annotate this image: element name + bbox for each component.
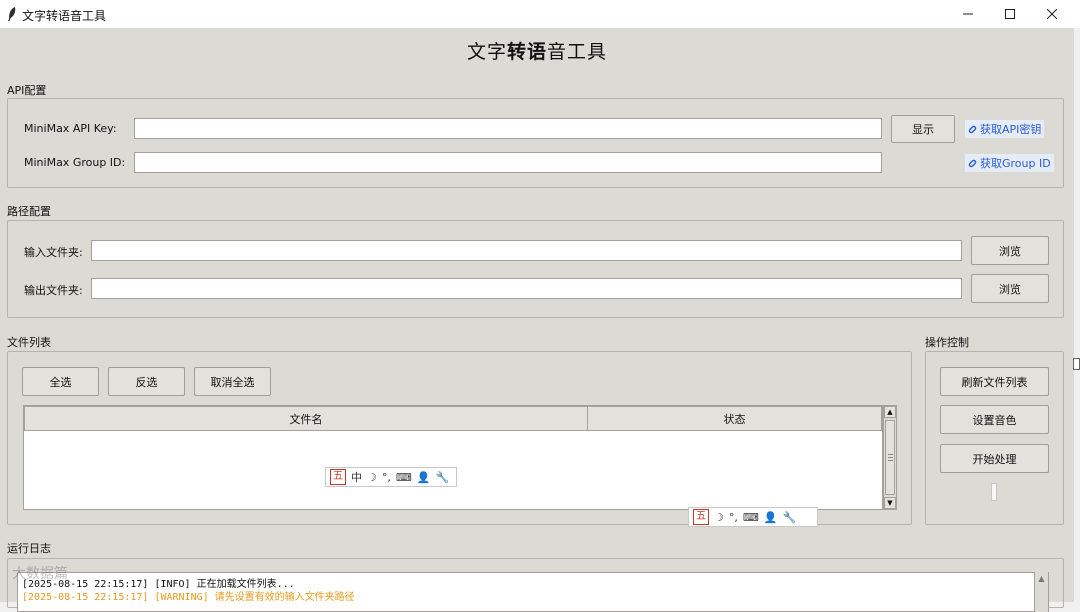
scroll-down-arrow[interactable]: ▼	[884, 497, 896, 509]
browse-output-button[interactable]: 浏览	[971, 274, 1049, 303]
refresh-file-list-button[interactable]: 刷新文件列表	[940, 367, 1049, 396]
close-button[interactable]	[1030, 0, 1074, 28]
minimize-button[interactable]	[946, 0, 990, 28]
title-bar	[0, 0, 1080, 28]
scroll-up-arrow[interactable]: ▲	[884, 406, 896, 418]
path-config-label: 路径配置	[7, 205, 51, 218]
invert-selection-button[interactable]: 反选	[108, 367, 185, 396]
page-title: 文字转语音工具	[466, 41, 608, 63]
file-table[interactable]: 文件名 状态	[23, 405, 883, 510]
ime-mode-chinese[interactable]: 中	[351, 469, 362, 485]
maximize-icon	[1005, 9, 1015, 19]
maximize-button[interactable]	[988, 0, 1032, 28]
grip-line	[888, 460, 893, 461]
set-voice-button[interactable]: 设置音色	[940, 405, 1049, 434]
column-header-filename[interactable]: 文件名	[24, 406, 588, 431]
log-line: [2025-08-15 22:15:17] [WARNING] 请先设置有效的输…	[22, 592, 355, 603]
group-id-input[interactable]	[134, 152, 882, 173]
input-folder-label: 输入文件夹:	[24, 246, 83, 259]
file-table-scrollbar[interactable]: ▲ ▼	[883, 405, 897, 510]
window-title: 文字转语音工具	[22, 9, 107, 23]
input-folder-input[interactable]	[91, 240, 962, 261]
wrench-icon[interactable]: 🔧	[435, 471, 449, 484]
link-icon	[968, 159, 977, 167]
api-config-frame	[7, 98, 1064, 188]
deselect-all-button[interactable]: 取消全选	[194, 367, 271, 396]
log-label: 运行日志	[7, 542, 51, 555]
api-key-label: MiniMax API Key:	[24, 122, 117, 135]
start-processing-button[interactable]: 开始处理	[940, 444, 1049, 473]
wrench-icon[interactable]: 🔧	[782, 511, 796, 524]
moon-icon[interactable]: ☽	[367, 471, 377, 484]
output-folder-input[interactable]	[91, 278, 962, 299]
keyboard-icon[interactable]: ⌨	[396, 471, 412, 484]
get-api-key-label: 获取API密钥	[980, 123, 1042, 136]
progress-bar	[991, 483, 997, 501]
file-list-label: 文件列表	[7, 336, 51, 349]
log-textarea[interactable]: [2025-08-15 22:15:17] [INFO] 正在加载文件列表...…	[17, 572, 1049, 612]
controls-label: 操作控制	[925, 336, 969, 349]
user-icon[interactable]: 👤	[417, 471, 431, 484]
get-group-id-label: 获取Group ID	[980, 157, 1051, 170]
log-scrollbar[interactable]: ▲	[1034, 572, 1048, 612]
minimize-icon	[963, 13, 973, 15]
column-header-status[interactable]: 状态	[587, 406, 882, 431]
watermark: 大数据篇	[12, 566, 68, 582]
user-icon[interactable]: 👤	[764, 511, 778, 524]
feather-app-icon	[8, 7, 16, 21]
get-group-id-link[interactable]: 获取Group ID	[965, 154, 1054, 172]
scroll-up-arrow[interactable]: ▲	[1035, 574, 1048, 583]
resize-handle[interactable]	[1073, 358, 1080, 370]
select-all-button[interactable]: 全选	[22, 367, 99, 396]
moon-icon[interactable]: ☽	[714, 511, 724, 524]
grip-line	[888, 457, 893, 458]
ime-wubi-icon[interactable]: 五	[330, 469, 346, 485]
ime-wubi-icon[interactable]: 五	[693, 509, 709, 525]
punctuation-icon[interactable]: °,	[382, 471, 391, 484]
api-config-label: API配置	[7, 84, 47, 97]
group-id-label: MiniMax Group ID:	[24, 156, 126, 169]
ime-toolbar-secondary[interactable]: 五 ☽ °, ⌨ 👤 🔧	[688, 507, 818, 527]
api-key-input[interactable]	[134, 118, 882, 139]
keyboard-icon[interactable]: ⌨	[743, 511, 759, 524]
scroll-thumb[interactable]	[885, 420, 895, 495]
grip-line	[888, 454, 893, 455]
show-key-button[interactable]: 显示	[891, 115, 955, 143]
get-api-key-link[interactable]: 获取API密钥	[965, 120, 1045, 138]
path-config-frame	[7, 220, 1064, 318]
output-folder-label: 输出文件夹:	[24, 284, 83, 297]
browse-input-button[interactable]: 浏览	[971, 236, 1049, 265]
link-icon	[968, 125, 977, 133]
window-right-edge	[1074, 28, 1080, 602]
close-icon	[1047, 9, 1057, 19]
punctuation-icon[interactable]: °,	[729, 511, 738, 524]
ime-toolbar[interactable]: 五 中 ☽ °, ⌨ 👤 🔧	[325, 467, 457, 487]
